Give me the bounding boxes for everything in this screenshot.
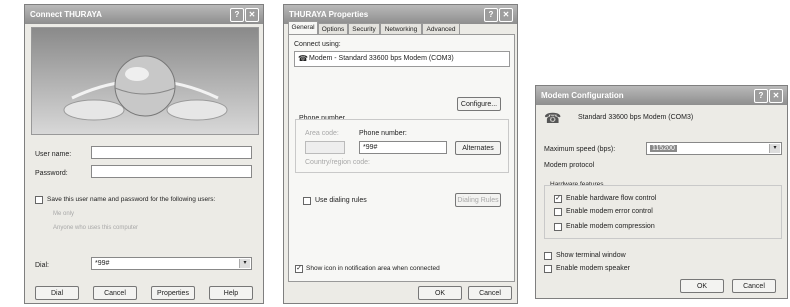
chevron-down-icon[interactable]: ▾ xyxy=(769,144,780,153)
save-password-label: Save this user name and password for the… xyxy=(47,196,216,203)
tab-security[interactable]: Security xyxy=(348,23,380,34)
properties-title: THURAYA Properties xyxy=(289,10,369,19)
connect-using-label: Connect using: xyxy=(294,41,341,48)
help-icon[interactable]: ? xyxy=(230,8,244,22)
dial-value: *99# xyxy=(95,260,110,267)
general-panel: Connect using: ☎ Modem - Standard 33600 … xyxy=(288,34,515,282)
show-icon-checkbox[interactable]: ✓ xyxy=(295,265,303,273)
use-dialing-rules-checkbox[interactable] xyxy=(303,197,311,205)
user-name-field[interactable] xyxy=(91,146,252,159)
hw-flow-label: Enable hardware flow control xyxy=(566,195,657,202)
connect-title: Connect THURAYA xyxy=(30,10,102,19)
terminal-window-checkbox[interactable] xyxy=(544,252,552,260)
error-control-checkbox[interactable] xyxy=(554,208,562,216)
tab-general[interactable]: General xyxy=(288,21,318,35)
phone-number-field[interactable]: *99# xyxy=(359,141,447,154)
close-icon[interactable]: ✕ xyxy=(499,8,513,22)
alternates-button[interactable]: Alternates xyxy=(455,141,501,155)
dialing-rules-button[interactable]: Dialing Rules xyxy=(455,193,501,207)
cancel-button[interactable]: Cancel xyxy=(93,286,137,300)
modem-name: Modem - Standard 33600 bps Modem (COM3) xyxy=(309,55,454,62)
terminal-window-label: Show terminal window xyxy=(556,252,626,259)
modem-config-dialog: Modem Configuration ? ✕ ☎ Standard 33600… xyxy=(535,85,788,299)
anyone-option[interactable]: Anyone who uses this computer xyxy=(53,225,138,231)
save-password-checkbox[interactable] xyxy=(35,196,43,204)
compression-label: Enable modem compression xyxy=(566,223,655,230)
help-icon[interactable]: ? xyxy=(484,8,498,22)
country-region-label: Country/region code: xyxy=(305,159,370,166)
globe-network-icon xyxy=(63,55,228,121)
modem-icon: ☎ xyxy=(298,54,308,63)
close-icon[interactable]: ✕ xyxy=(245,8,259,22)
properties-button[interactable]: Properties xyxy=(151,286,195,300)
phone-number-label: Phone number: xyxy=(359,130,407,137)
modem-device-icon: ☎ xyxy=(544,110,562,126)
connect-titlebar: Connect THURAYA ? ✕ xyxy=(25,5,263,24)
show-icon-label: Show icon in notification area when conn… xyxy=(306,265,440,272)
tab-options[interactable]: Options xyxy=(318,23,348,34)
modem-config-titlebar: Modem Configuration ? ✕ xyxy=(536,86,787,105)
compression-checkbox[interactable] xyxy=(554,223,562,231)
cancel-button[interactable]: Cancel xyxy=(468,286,512,300)
modem-config-title: Modem Configuration xyxy=(541,91,624,100)
ok-button[interactable]: OK xyxy=(418,286,462,300)
max-speed-value: 115200 xyxy=(650,145,677,152)
password-field[interactable] xyxy=(91,165,252,178)
configure-button[interactable]: Configure... xyxy=(457,97,501,111)
ok-button[interactable]: OK xyxy=(680,279,724,293)
dial-button[interactable]: Dial xyxy=(35,286,79,300)
connection-graphic xyxy=(31,27,259,135)
speaker-label: Enable modem speaker xyxy=(556,265,630,272)
cancel-button[interactable]: Cancel xyxy=(732,279,776,293)
modem-list[interactable]: ☎ Modem - Standard 33600 bps Modem (COM3… xyxy=(294,51,510,67)
area-code-field[interactable] xyxy=(305,141,345,154)
properties-titlebar: THURAYA Properties ? ✕ xyxy=(284,5,517,24)
tab-advanced[interactable]: Advanced xyxy=(422,23,460,34)
password-label: Password: xyxy=(35,170,68,177)
speaker-checkbox[interactable] xyxy=(544,265,552,273)
chevron-down-icon[interactable]: ▾ xyxy=(239,259,250,268)
hw-flow-checkbox[interactable]: ✓ xyxy=(554,195,562,203)
help-icon[interactable]: ? xyxy=(754,89,768,103)
modem-device-name: Standard 33600 bps Modem (COM3) xyxy=(578,114,694,121)
modem-protocol-label: Modem protocol xyxy=(544,162,595,169)
error-control-label: Enable modem error control xyxy=(566,208,653,215)
tab-networking[interactable]: Networking xyxy=(380,23,422,34)
connect-dialog: Connect THURAYA ? ✕ User name: Password:… xyxy=(24,4,264,304)
help-button[interactable]: Help xyxy=(209,286,253,300)
use-dialing-rules-label: Use dialing rules xyxy=(315,197,367,204)
dial-select[interactable]: *99# ▾ xyxy=(91,257,252,270)
max-speed-label: Maximum speed (bps): xyxy=(544,146,616,153)
user-name-label: User name: xyxy=(35,151,72,158)
properties-dialog: THURAYA Properties ? ✕ General Options S… xyxy=(283,4,518,304)
dial-label: Dial: xyxy=(35,262,50,269)
close-icon[interactable]: ✕ xyxy=(769,89,783,103)
area-code-label: Area code: xyxy=(305,130,339,137)
me-only-option[interactable]: Me only xyxy=(53,211,74,217)
max-speed-select[interactable]: 115200 ▾ xyxy=(646,142,782,155)
